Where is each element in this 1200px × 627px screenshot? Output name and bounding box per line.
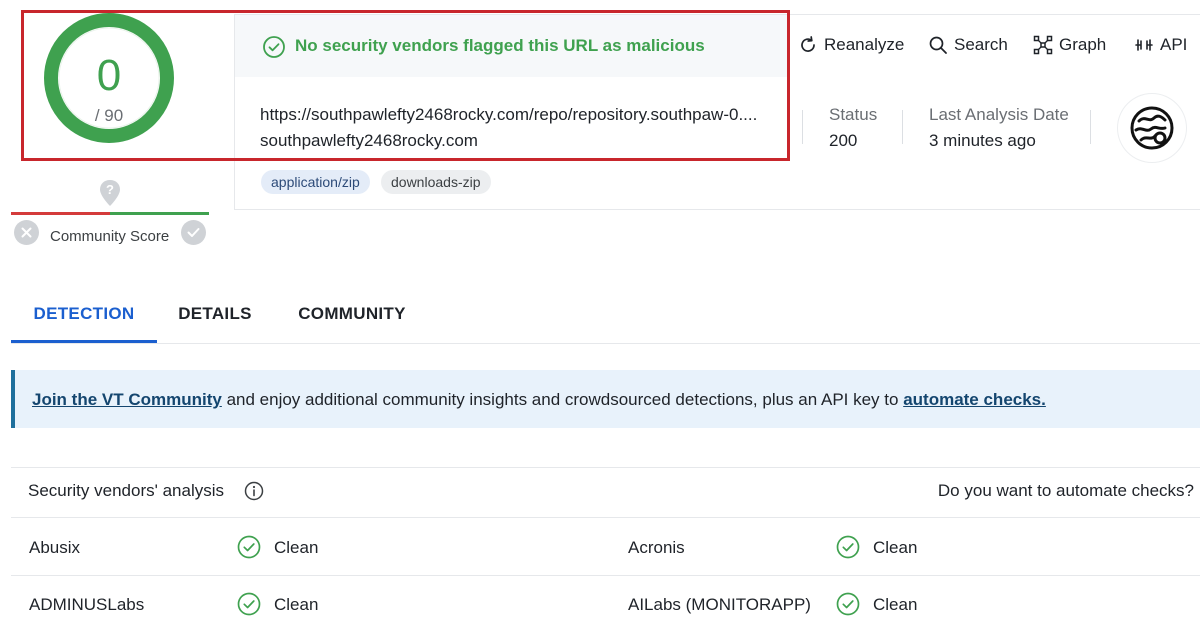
vendors-table: Security vendors' analysis Do you want t… [11, 467, 1200, 627]
community-notice-text: Join the VT Community and enjoy addition… [32, 390, 1046, 410]
api-label: API [1160, 35, 1188, 54]
status-value: 200 [829, 131, 858, 150]
active-tab-indicator [11, 340, 157, 343]
join-community-link[interactable]: Join the VT Community [32, 390, 222, 409]
tab-detection[interactable]: DETECTION [11, 290, 157, 344]
vendors-header: Security vendors' analysis Do you want t… [11, 468, 1200, 518]
graph-label: Graph [1059, 35, 1107, 54]
detection-score-ring: 0 / 90 [43, 12, 175, 144]
verdict-banner: No security vendors flagged this URL as … [235, 15, 787, 77]
vendor-name: AILabs (MONITORAPP) [628, 595, 811, 614]
vendor-name: Acronis [628, 538, 685, 557]
detection-total: / 90 [94, 106, 124, 125]
check-circle-icon [836, 592, 860, 616]
tab-community[interactable]: COMMUNITY [285, 290, 419, 344]
graph-icon [1033, 35, 1053, 55]
tag-application-zip[interactable]: application/zip [261, 170, 370, 194]
tab-details[interactable]: DETAILS [163, 290, 267, 344]
community-notice: Join the VT Community and enjoy addition… [11, 370, 1200, 428]
last-analysis-date-value: 3 minutes ago [929, 131, 1036, 150]
community-score-label: Community Score [50, 228, 170, 245]
table-row: ADMINUSLabs Clean AILabs (MONITORAPP) Cl… [11, 576, 1200, 627]
vt-avatar [1118, 94, 1186, 162]
vendor-name: ADMINUSLabs [29, 595, 145, 614]
community-score-bar [11, 212, 209, 215]
table-row: Abusix Clean Acronis Clean [11, 519, 1200, 576]
vendor-result: Clean [274, 538, 319, 557]
automate-checks-prompt[interactable]: Do you want to automate checks? [938, 481, 1194, 501]
detection-count: 0 [96, 51, 122, 100]
vt-avatar-icon [1130, 106, 1174, 150]
automate-checks-link[interactable]: automate checks. [903, 390, 1046, 409]
community-vote-malicious-button[interactable] [14, 220, 39, 245]
verdict-text: No security vendors flagged this URL as … [295, 36, 705, 55]
graph-button[interactable]: Graph [1033, 34, 1106, 56]
last-analysis-date-label: Last Analysis Date [929, 105, 1069, 124]
analyzed-url[interactable]: https://southpawlefty2468rocky.com/repo/… [260, 105, 757, 125]
community-score-bar-positive [110, 212, 209, 215]
tag-downloads-zip[interactable]: downloads-zip [381, 170, 491, 194]
check-circle-icon [237, 592, 261, 616]
reanalyze-label: Reanalyze [824, 35, 905, 54]
divider [802, 110, 803, 144]
api-button[interactable]: API [1134, 34, 1187, 56]
divider [902, 110, 903, 144]
vendor-name: Abusix [29, 538, 81, 557]
check-circle-icon [836, 535, 860, 559]
vendor-result: Clean [873, 595, 918, 614]
community-notice-body: and enjoy additional community insights … [221, 390, 904, 409]
divider [1090, 110, 1091, 144]
refresh-icon [801, 36, 815, 52]
vendor-result: Clean [274, 595, 319, 614]
reanalyze-button[interactable]: Reanalyze [798, 34, 904, 56]
api-icon [1135, 39, 1153, 51]
community-score-bar-negative [11, 212, 110, 215]
community-unknown-symbol: ? [106, 182, 114, 197]
search-button[interactable]: Search [928, 34, 1008, 56]
vendors-title: Security vendors' analysis [28, 481, 224, 500]
community-vote-harmless-button[interactable] [181, 220, 206, 245]
search-label: Search [954, 35, 1008, 54]
check-icon [187, 228, 200, 237]
status-label: Status [829, 105, 878, 124]
check-circle-icon [263, 36, 285, 58]
search-icon [929, 36, 947, 54]
vendor-result: Clean [873, 538, 918, 557]
close-icon [21, 227, 32, 238]
check-circle-icon [237, 535, 261, 559]
analyzed-domain[interactable]: southpawlefty2468rocky.com [260, 131, 478, 151]
report-tabs: DETECTION DETAILS COMMUNITY [11, 290, 1200, 344]
question-marker-icon: ? [99, 179, 121, 212]
info-icon[interactable] [243, 480, 265, 502]
